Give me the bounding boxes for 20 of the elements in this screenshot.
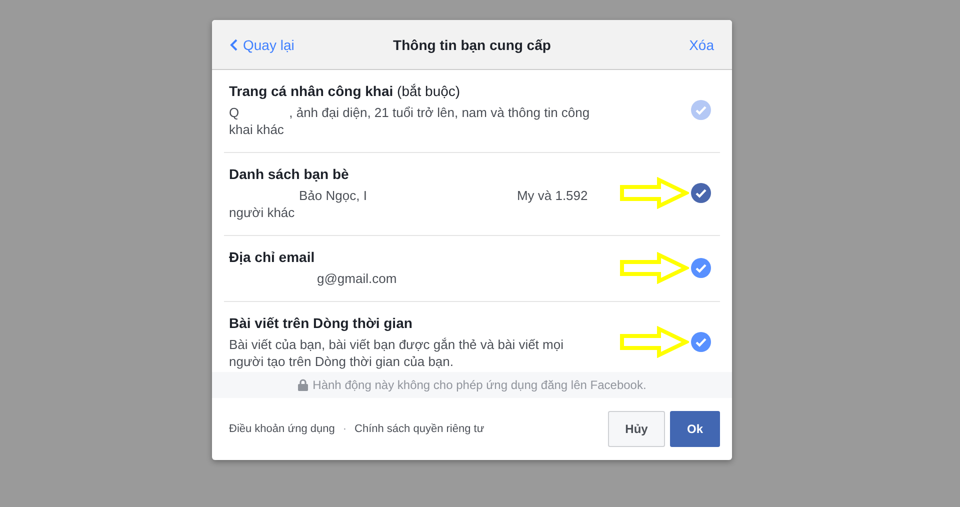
permission-description: Q , ảnh đại diện, 21 tuổi trở lên, nam và thông tin công khai khác (229, 104, 591, 138)
permission-title: Danh sách bạn bè (229, 165, 350, 183)
permission-title: Bài viết trên Dòng thời gian (229, 314, 414, 332)
permission-title: Địa chỉ email (229, 248, 316, 266)
permission-description: Bài viết của bạn, bài viết bạn được gắn thẻ và bài viết mọi người tạo trên Dòng thời gian của bạn. (229, 336, 564, 370)
checkmark-icon[interactable] (691, 183, 711, 203)
dialog-title: Thông tin bạn cung cấp (393, 36, 551, 52)
terms-link[interactable]: Điều khoản ứng dụng (229, 423, 335, 435)
separator-dot: · (342, 423, 347, 435)
checkmark-icon[interactable] (691, 258, 711, 278)
cancel-button[interactable]: Hủy (608, 411, 665, 447)
checkmark-icon[interactable] (691, 332, 711, 352)
notice-text: Hành động này không cho phép ứng dụng đăng lên Facebook. (312, 378, 646, 392)
permission-title: Trang cá nhân công khai (bắt buộc) (229, 82, 462, 100)
chevron-left-icon (230, 38, 238, 50)
privacy-link[interactable]: Chính sách quyền riêng tư (354, 423, 484, 435)
lock-icon (298, 379, 308, 391)
ok-button[interactable]: Ok (670, 411, 720, 447)
permission-description: g@gmail.com (316, 270, 398, 287)
permission-description: Bảo Ngọc, I My và 1.592 người khác (229, 187, 589, 221)
